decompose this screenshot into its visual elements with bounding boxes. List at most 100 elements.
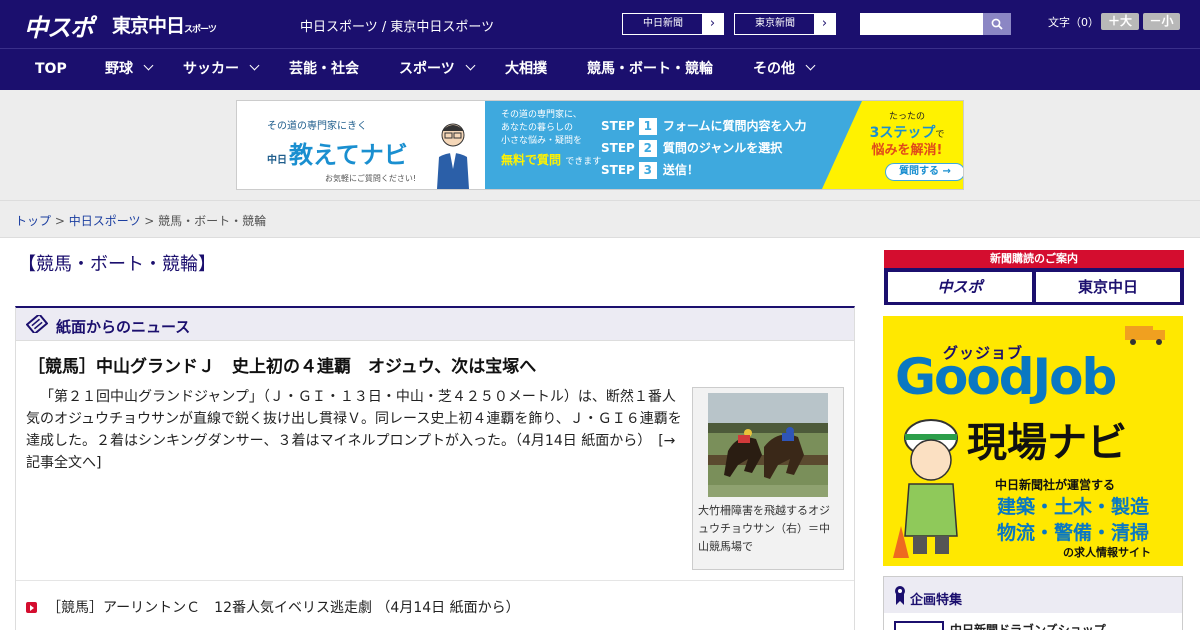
nav-label: スポーツ: [399, 61, 455, 77]
banner-intro-line: その道の専門家に、: [501, 110, 582, 120]
horse-race-photo[interactable]: [708, 393, 828, 497]
nav-sports[interactable]: スポーツ: [399, 49, 476, 91]
goodjob-site-label: の求人情報サイト: [1063, 546, 1151, 559]
search-input[interactable]: [860, 13, 983, 35]
chunichi-shimbun-label: 中日新聞: [643, 18, 683, 29]
promo-chuspo-logo[interactable]: 中スポ: [888, 272, 1032, 302]
tokyo-shimbun-button[interactable]: 東京新聞 ›: [734, 13, 836, 35]
breadcrumb-separator: >: [140, 214, 159, 228]
advisor-illustration: [437, 123, 469, 189]
breadcrumb-section[interactable]: 中日スポーツ: [69, 214, 141, 228]
banner-note: お気軽にご質問ください!: [325, 174, 417, 183]
chevron-down-icon: [249, 60, 260, 71]
nav-label: 野球: [105, 61, 133, 77]
banner-intro-line: あなたの暮らしの: [501, 123, 574, 133]
ad-band: その道の専門家にきく 中日教えてナビ お気軽にご質問ください! その道の専門家に…: [0, 90, 1200, 200]
feature-header: 企画特集: [884, 577, 1182, 613]
chevron-down-icon: [143, 60, 154, 71]
banner-step-3: STEP 3 送信！: [601, 161, 699, 179]
subscription-promo[interactable]: 新聞購読のご案内 中スポ 東京中日: [884, 250, 1184, 305]
feature-box: 企画特集 中日新聞ドラゴンズショップ: [883, 576, 1183, 630]
banner-left: その道の専門家にきく 中日教えてナビ お気軽にご質問ください!: [237, 101, 485, 189]
lead-article-title[interactable]: ［競馬］中山グランドＪ 史上初の４連覇 オジュウ、次は宝塚へ: [28, 352, 536, 377]
divider: [16, 580, 854, 581]
site-links[interactable]: 中日スポーツ / 東京中日スポーツ: [300, 16, 494, 35]
banner-name: 中日教えてナビ: [267, 135, 408, 170]
goodjob-title: GoodJob: [895, 348, 1117, 406]
site-header: 中スポ 東京中日スポーツ 中日スポーツ / 東京中日スポーツ 中日新聞 › 東京…: [0, 0, 1200, 48]
nav-label: サッカー: [183, 61, 239, 77]
nav-other[interactable]: その他: [753, 49, 816, 91]
banner-right-text: たったの 3ステップで 悩みを解消!: [857, 109, 957, 160]
banner-free-label: 無料で質問: [501, 153, 562, 167]
step-text: フォームに質問内容を入力: [662, 119, 807, 133]
banner-step-2: STEP 2 質問のジャンルを選択: [601, 139, 782, 157]
nav-label: その他: [753, 61, 795, 77]
banner-intro-line: 小さな悩み・疑問を: [501, 136, 583, 146]
breadcrumb-separator: >: [51, 214, 69, 228]
feature-title: 企画特集: [910, 593, 963, 608]
banner-free-suffix: できます: [565, 157, 602, 167]
step-word: STEP: [601, 119, 635, 133]
worker-illustration: [893, 419, 958, 558]
play-icon: [26, 602, 37, 613]
goodjob-subtitle: 現場ナビ: [967, 420, 1127, 466]
news-box: 紙面からのニュース ［競馬］中山グランドＪ 史上初の４連覇 オジュウ、次は宝塚へ…: [15, 306, 855, 630]
step-text: 送信！: [662, 163, 699, 177]
banner-tagline: その道の専門家にきく: [267, 121, 367, 132]
banner-step-1: STEP 1 フォームに質問内容を入力: [601, 117, 806, 135]
banner-middle: その道の専門家に、 あなたの暮らしの 小さな悩み・疑問を 無料で質問 できます …: [485, 101, 875, 189]
step-word: STEP: [601, 141, 635, 155]
banner-right-3: で: [935, 130, 945, 140]
newspaper-icon: [26, 315, 48, 333]
nav-entertainment[interactable]: 芸能・社会: [289, 49, 359, 91]
nav-baseball[interactable]: 野球: [105, 49, 154, 91]
banner-right-1: たったの: [888, 112, 925, 122]
nav-top[interactable]: TOP: [35, 49, 67, 91]
truck-icon: [1125, 326, 1165, 345]
banner-right-4: 悩みを解消!: [871, 143, 943, 158]
goodjob-category-2: 物流・警備・清掃: [997, 522, 1150, 544]
nav-keiba[interactable]: 競馬・ボート・競輪: [587, 49, 713, 91]
nav-soccer[interactable]: サッカー: [183, 49, 260, 91]
breadcrumb-bar: トップ > 中日スポーツ > 競馬・ボート・競輪: [0, 200, 1200, 238]
news-list-item[interactable]: ［競馬］アーリントンＣ 12番人気イベリス逃走劇 （4月14日 紙面から）: [26, 597, 520, 617]
feature-item[interactable]: 中日新聞ドラゴンズショップ: [950, 621, 1106, 630]
font-larger-button[interactable]: ＋大: [1101, 13, 1139, 30]
goodjob-ad[interactable]: グッジョブ GoodJob 現場ナビ 中日新聞社が運営する 建築・土木・製造 物…: [883, 316, 1183, 566]
tokyo-chunichi-logo[interactable]: 東京中日スポーツ: [112, 11, 217, 38]
main-nav: TOP 野球 サッカー 芸能・社会 スポーツ 大相撲 競馬・ボート・競輪 その他: [0, 48, 1200, 90]
chuspo-logo[interactable]: 中スポ: [24, 8, 94, 43]
tokyo-logo-suffix: スポーツ: [184, 25, 217, 35]
nav-sumo[interactable]: 大相撲: [505, 49, 547, 91]
step-word: STEP: [601, 163, 635, 177]
tokyo-shimbun-label: 東京新聞: [755, 18, 795, 29]
lead-article-body[interactable]: 「第２１回中山グランドジャンプ」（Ｊ・ＧＩ・１３日・中山・芝４２５０メートル）は…: [26, 386, 686, 474]
chevron-right-icon: ›: [702, 14, 723, 34]
goodjob-operator: 中日新聞社が運営する: [995, 478, 1116, 492]
tokyo-logo-text: 東京中日: [112, 15, 185, 37]
chevron-down-icon: [465, 60, 476, 71]
feature-thumbnail[interactable]: [894, 621, 944, 630]
oshiete-navi-banner[interactable]: その道の専門家にきく 中日教えてナビ お気軽にご質問ください! その道の専門家に…: [236, 100, 964, 190]
banner-name-text: 教えてナビ: [289, 141, 408, 169]
breadcrumb-current: 競馬・ボート・競輪: [158, 214, 267, 228]
banner-free-question: 無料で質問 できます: [501, 151, 601, 168]
step-number: 3: [638, 162, 657, 179]
search-button[interactable]: [983, 13, 1011, 35]
banner-question-button[interactable]: 質問する →: [885, 163, 963, 181]
chunichi-shimbun-button[interactable]: 中日新聞 ›: [622, 13, 724, 35]
font-smaller-button[interactable]: －小: [1143, 13, 1180, 30]
news-box-header: 紙面からのニュース: [16, 308, 854, 341]
promo-tokyo-chunichi-logo[interactable]: 東京中日: [1036, 272, 1180, 302]
subscription-promo-title: 新聞購読のご案内: [884, 250, 1184, 268]
chevron-right-icon: ›: [814, 14, 835, 34]
breadcrumb-home[interactable]: トップ: [15, 214, 51, 228]
nav-label: 競馬・ボート・競輪: [587, 61, 713, 77]
news-list-item-text: ［競馬］アーリントンＣ 12番人気イベリス逃走劇 （4月14日 紙面から）: [47, 600, 520, 616]
nav-label: 大相撲: [505, 61, 547, 77]
banner-right-2: 3ステップ: [869, 125, 936, 141]
photo-caption: 大竹柵障害を飛越するオジュウチョウサン（右）＝中山競馬場で: [698, 504, 830, 553]
nav-label: 芸能・社会: [289, 61, 359, 77]
breadcrumb: トップ > 中日スポーツ > 競馬・ボート・競輪: [15, 212, 266, 229]
